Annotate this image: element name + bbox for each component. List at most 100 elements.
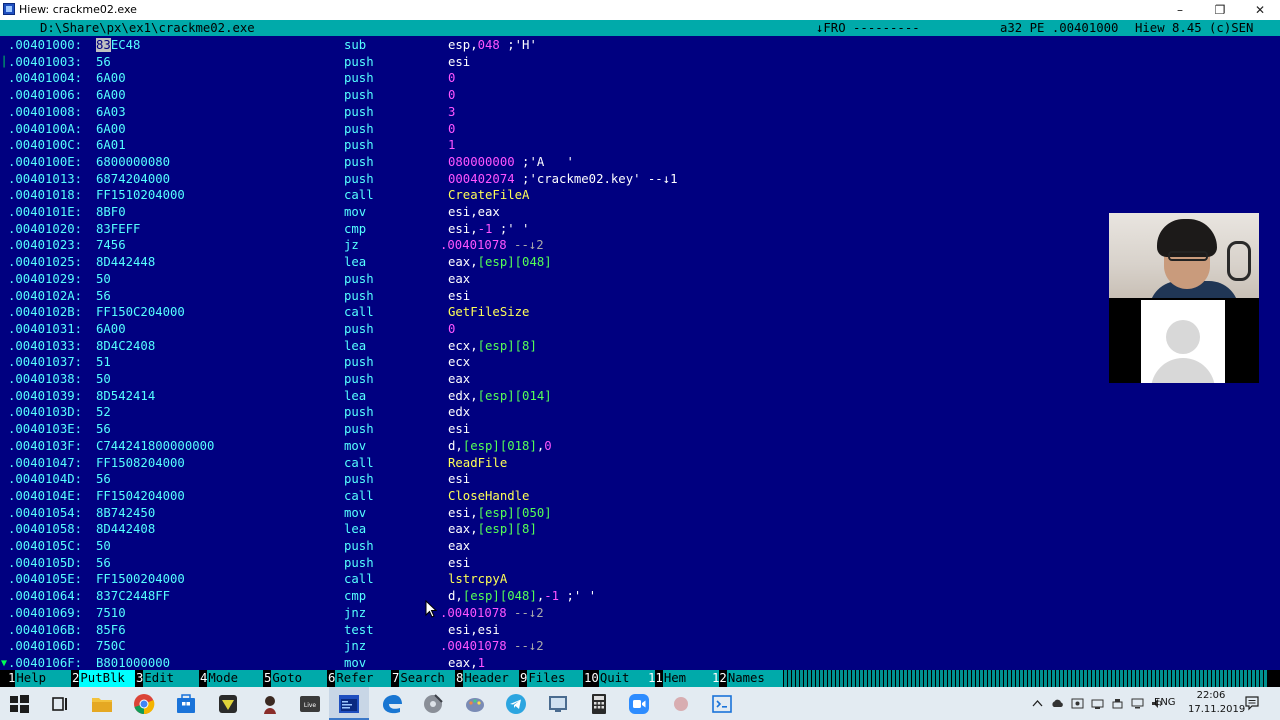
- operand-token[interactable]: GetFileSize: [448, 305, 529, 319]
- language-indicator[interactable]: ENG: [1154, 697, 1176, 708]
- listing-row[interactable]: .0040102B: FF150C204000 call GetFileSize: [0, 304, 1280, 321]
- row-address[interactable]: .00401064:: [8, 588, 82, 605]
- fkey-refer[interactable]: 6Refer: [328, 670, 392, 687]
- show-hidden-icons-chevron-icon[interactable]: [1031, 697, 1044, 710]
- row-address[interactable]: .0040100E:: [8, 154, 82, 171]
- paint-app-icon[interactable]: [463, 692, 487, 716]
- row-opcode-bytes[interactable]: 56: [96, 421, 111, 438]
- fkey-quit[interactable]: 10Quit: [584, 670, 655, 687]
- listing-row[interactable]: .00401023: 7456 jz .00401078 --↓2: [0, 237, 1280, 254]
- file-explorer-icon[interactable]: [90, 692, 114, 716]
- operand-token[interactable]: .00401078: [440, 238, 507, 252]
- row-address[interactable]: .00401029:: [8, 271, 82, 288]
- row-address[interactable]: .00401023:: [8, 237, 82, 254]
- listing-row[interactable]: .00401058: 8D442408 lea eax,[esp][8]: [0, 521, 1280, 538]
- row-opcode-bytes[interactable]: 6A00: [96, 321, 126, 338]
- disassembly-listing[interactable]: .00401000: 83EC48 sub esp,048 ;'H' │ .0040100…: [0, 37, 1280, 670]
- fkey-putblk[interactable]: 2PutBlk: [72, 670, 136, 687]
- fkey-names[interactable]: 12Names: [712, 670, 783, 687]
- row-opcode-bytes[interactable]: FF1504204000: [96, 488, 185, 505]
- row-address[interactable]: .0040104E:: [8, 488, 82, 505]
- row-opcode-bytes[interactable]: 6A00: [96, 70, 126, 87]
- listing-row[interactable]: .0040100E: 6800000080 push 080000000 ;'A ': [0, 154, 1280, 171]
- row-opcode-bytes[interactable]: 83EC48: [96, 37, 140, 54]
- row-address[interactable]: .0040106B:: [8, 622, 82, 639]
- row-address[interactable]: .00401047:: [8, 455, 82, 472]
- row-address[interactable]: .0040102A:: [8, 288, 82, 305]
- row-opcode-bytes[interactable]: 6874204000: [96, 171, 170, 188]
- row-opcode-bytes[interactable]: 8D442408: [96, 521, 155, 538]
- row-opcode-bytes[interactable]: 7510: [96, 605, 126, 622]
- disk-tool-icon[interactable]: [421, 692, 445, 716]
- operand-token[interactable]: lstrcpyA: [448, 572, 507, 586]
- row-opcode-bytes[interactable]: 56: [96, 555, 111, 572]
- tray-app-icon[interactable]: [1071, 697, 1084, 710]
- listing-row[interactable]: .0040106B: 85F6 test esi,esi: [0, 622, 1280, 639]
- restore-button[interactable]: ❐: [1200, 0, 1240, 20]
- row-address[interactable]: .00401006:: [8, 87, 82, 104]
- row-opcode-bytes[interactable]: FF1510204000: [96, 187, 185, 204]
- listing-row[interactable]: .00401038: 50 push eax: [0, 371, 1280, 388]
- row-opcode-bytes[interactable]: 51: [96, 354, 111, 371]
- row-address[interactable]: .0040105E:: [8, 571, 82, 588]
- row-opcode-bytes[interactable]: 6A03: [96, 104, 126, 121]
- listing-row[interactable]: .00401029: 50 push eax: [0, 271, 1280, 288]
- live-app-icon[interactable]: Live: [298, 692, 322, 716]
- listing-row[interactable]: .0040100A: 6A00 push 0: [0, 121, 1280, 138]
- fkey-help[interactable]: 1Help: [8, 670, 72, 687]
- row-opcode-bytes[interactable]: 8BF0: [96, 204, 126, 221]
- calculator-icon[interactable]: [587, 692, 611, 716]
- row-address[interactable]: .0040103E:: [8, 421, 82, 438]
- terminal-app-icon[interactable]: [710, 692, 734, 716]
- listing-row[interactable]: .00401047: FF1508204000 call ReadFile: [0, 455, 1280, 472]
- row-opcode-bytes[interactable]: 6A00: [96, 87, 126, 104]
- row-address[interactable]: .00401008:: [8, 104, 82, 121]
- listing-row[interactable]: .0040104D: 56 push esi: [0, 471, 1280, 488]
- listing-row[interactable]: .00401020: 83FEFF cmp esi,-1 ;' ': [0, 221, 1280, 238]
- listing-row[interactable]: │ .00401003: 56 push esi: [0, 54, 1280, 71]
- row-address[interactable]: .0040103D:: [8, 404, 82, 421]
- row-opcode-bytes[interactable]: C744241800000000: [96, 438, 214, 455]
- network-icon[interactable]: [1131, 697, 1144, 710]
- row-opcode-bytes[interactable]: 7456: [96, 237, 126, 254]
- listing-row[interactable]: .00401039: 8D542414 lea edx,[esp][014]: [0, 388, 1280, 405]
- row-opcode-bytes[interactable]: 837C2448FF: [96, 588, 170, 605]
- edge-icon[interactable]: [380, 692, 404, 716]
- row-address[interactable]: .00401038:: [8, 371, 82, 388]
- listing-row[interactable]: .0040101E: 8BF0 mov esi,eax: [0, 204, 1280, 221]
- listing-row[interactable]: .0040100C: 6A01 push 1: [0, 137, 1280, 154]
- usb-eject-icon[interactable]: [1111, 697, 1124, 710]
- row-opcode-bytes[interactable]: 750C: [96, 638, 126, 655]
- vertical-scrollbar[interactable]: [1271, 37, 1280, 669]
- row-address[interactable]: .00401039:: [8, 388, 82, 405]
- row-opcode-bytes[interactable]: 50: [96, 538, 111, 555]
- fkey-goto[interactable]: 5Goto: [264, 670, 328, 687]
- row-address[interactable]: .00401003:: [8, 54, 82, 71]
- row-opcode-bytes[interactable]: 83FEFF: [96, 221, 140, 238]
- row-opcode-bytes[interactable]: FF150C204000: [96, 304, 185, 321]
- row-opcode-bytes[interactable]: 6800000080: [96, 154, 170, 171]
- row-address[interactable]: .00401031:: [8, 321, 82, 338]
- listing-row[interactable]: .00401008: 6A03 push 3: [0, 104, 1280, 121]
- fkey-edit[interactable]: 3Edit: [136, 670, 200, 687]
- vpn-app-icon[interactable]: [216, 692, 240, 716]
- start-button-icon[interactable]: [7, 692, 31, 716]
- operand-token[interactable]: ReadFile: [448, 456, 507, 470]
- row-opcode-bytes[interactable]: 56: [96, 288, 111, 305]
- listing-row[interactable]: .0040105E: FF1500204000 call lstrcpyA: [0, 571, 1280, 588]
- fkey-mode[interactable]: 4Mode: [200, 670, 264, 687]
- row-address[interactable]: .00401069:: [8, 605, 82, 622]
- hiew-task-icon[interactable]: [337, 692, 361, 716]
- listing-row[interactable]: .0040103D: 52 push edx: [0, 404, 1280, 421]
- row-address[interactable]: .00401037:: [8, 354, 82, 371]
- row-opcode-bytes[interactable]: 8D442448: [96, 254, 155, 271]
- zoom-icon[interactable]: [627, 692, 651, 716]
- fkey-search[interactable]: 7Search: [392, 670, 456, 687]
- device-icon[interactable]: [1091, 697, 1104, 710]
- row-opcode-bytes[interactable]: 56: [96, 471, 111, 488]
- chrome-icon[interactable]: [132, 692, 156, 716]
- row-address[interactable]: .0040100C:: [8, 137, 82, 154]
- row-address[interactable]: .00401013:: [8, 171, 82, 188]
- listing-row[interactable]: .00401018: FF1510204000 call CreateFileA: [0, 187, 1280, 204]
- notification-center-icon[interactable]: [1244, 695, 1260, 711]
